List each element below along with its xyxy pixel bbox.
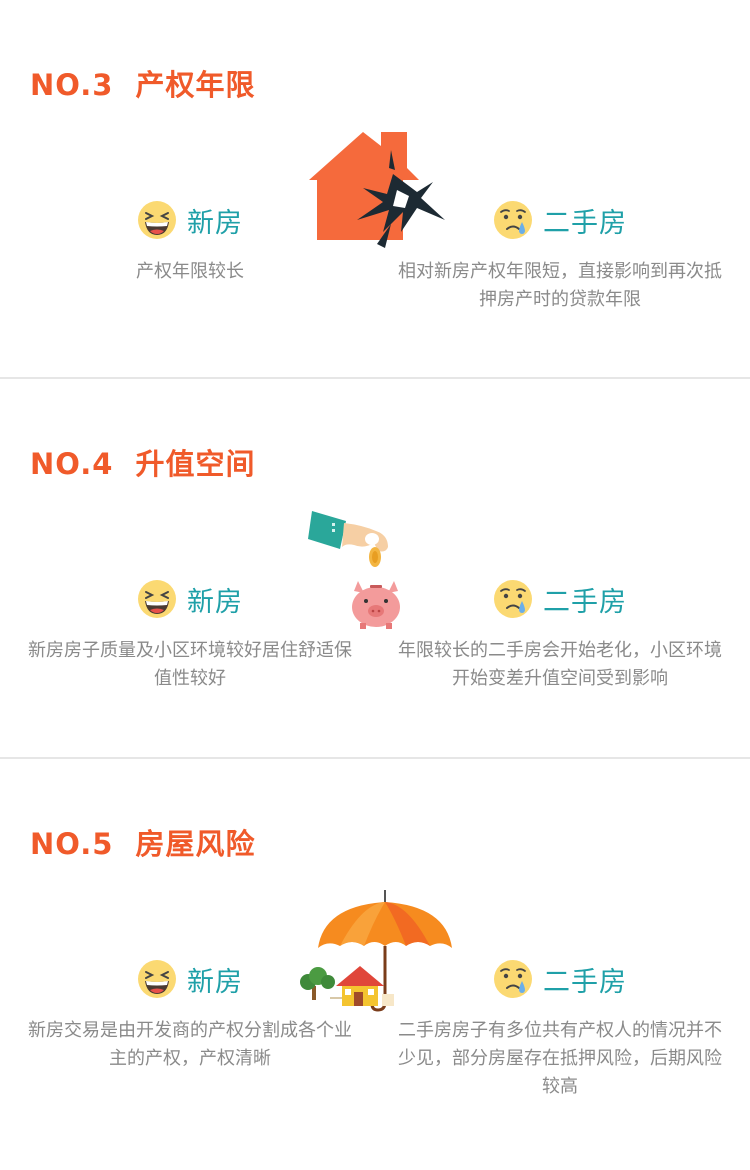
sad-face-icon	[494, 960, 532, 998]
second-hand-desc: 相对新房产权年限短，直接影响到再次抵押房产时的贷款年限	[398, 261, 722, 310]
sad-face-icon	[494, 201, 532, 239]
second-hand-label: 二手房	[543, 207, 627, 239]
new-house-label: 新房	[187, 207, 243, 239]
new-house-column: 新房 产权年限较长	[25, 196, 355, 286]
new-house-desc: 产权年限较长	[136, 261, 244, 282]
new-house-column: 新房 新房房子质量及小区环境较好居住舒适保值性较好	[25, 575, 355, 693]
new-house-desc: 新房交易是由开发商的产权分割成各个业主的产权，产权清晰	[28, 1020, 352, 1069]
new-house-label: 新房	[187, 966, 243, 998]
section-appreciation: NO.4 升值空间 新房 新房房子质量及小区环境较好居住舒适保值性较好 二手房 …	[0, 379, 750, 759]
laughing-face-icon	[138, 201, 176, 239]
section-heading: 房屋风险	[135, 827, 256, 861]
laughing-face-icon	[138, 580, 176, 618]
section-number: NO.5	[30, 827, 114, 861]
new-house-desc: 新房房子质量及小区环境较好居住舒适保值性较好	[28, 640, 352, 689]
section-housing-risk: NO.5 房屋风险 新房 新房交易是由开发商的产权分割成各个业主的产权，产权清晰…	[0, 759, 750, 1170]
section-heading: 升值空间	[135, 447, 256, 481]
second-hand-desc: 二手房房子有多位共有产权人的情况并不少见，部分房屋存在抵押风险，后期风险较高	[398, 1020, 722, 1097]
section-title: NO.5 房屋风险	[30, 821, 256, 863]
section-number: NO.3	[30, 68, 114, 102]
second-hand-column: 二手房 二手房房子有多位共有产权人的情况并不少见，部分房屋存在抵押风险，后期风险…	[395, 955, 725, 1101]
section-number: NO.4	[30, 447, 114, 481]
sad-face-icon	[494, 580, 532, 618]
section-property-term: NO.3 产权年限 新房 产权年限较长 二手房 相对新房产权年限短，直接影响到再…	[0, 0, 750, 379]
new-house-column: 新房 新房交易是由开发商的产权分割成各个业主的产权，产权清晰	[25, 955, 355, 1073]
section-title: NO.3 产权年限	[30, 62, 256, 104]
second-hand-column: 二手房 年限较长的二手房会开始老化，小区环境开始变差升值空间受到影响	[395, 575, 725, 693]
second-hand-desc: 年限较长的二手房会开始老化，小区环境开始变差升值空间受到影响	[398, 640, 722, 689]
section-title: NO.4 升值空间	[30, 441, 256, 483]
second-hand-label: 二手房	[543, 586, 627, 618]
section-heading: 产权年限	[135, 68, 256, 102]
second-hand-column: 二手房 相对新房产权年限短，直接影响到再次抵押房产时的贷款年限	[395, 196, 725, 314]
second-hand-label: 二手房	[543, 966, 627, 998]
new-house-label: 新房	[187, 586, 243, 618]
laughing-face-icon	[138, 960, 176, 998]
